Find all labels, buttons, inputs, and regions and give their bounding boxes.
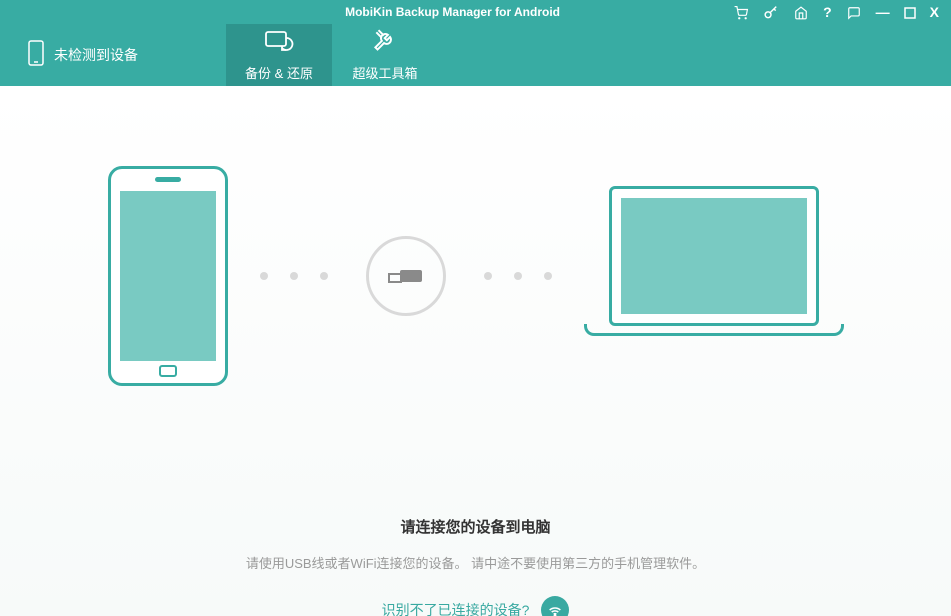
wifi-connect-button[interactable]	[541, 596, 569, 616]
laptop-illustration	[584, 186, 844, 366]
content-area: 请连接您的设备到电脑 请使用USB线或者WiFi连接您的设备。 请中途不要使用第…	[0, 86, 951, 616]
message-area: 请连接您的设备到电脑 请使用USB线或者WiFi连接您的设备。 请中途不要使用第…	[0, 516, 951, 616]
phone-illustration	[108, 166, 228, 386]
device-status: 未检测到设备	[0, 24, 166, 86]
titlebar: MobiKin Backup Manager for Android ? — X	[0, 0, 951, 24]
tab-backup-restore[interactable]: 备份 & 还原	[226, 24, 332, 86]
toolkit-icon	[372, 28, 398, 59]
maximize-button[interactable]	[904, 4, 916, 20]
home-icon[interactable]	[793, 4, 809, 20]
usb-icon	[366, 236, 446, 316]
backup-restore-icon	[264, 28, 294, 59]
titlebar-controls: ? — X	[733, 4, 939, 20]
tab-super-toolkit-label: 超级工具箱	[352, 63, 417, 82]
app-title: MobiKin Backup Manager for Android	[172, 5, 733, 19]
app-window: MobiKin Backup Manager for Android ? — X	[0, 0, 951, 616]
tab-backup-restore-label: 备份 & 还原	[245, 63, 313, 82]
device-status-label: 未检测到设备	[54, 45, 138, 65]
message-title: 请连接您的设备到电脑	[0, 516, 951, 537]
phone-icon	[28, 40, 44, 71]
cannot-detect-link[interactable]: 识别不了已连接的设备?	[382, 600, 530, 616]
cart-icon[interactable]	[733, 4, 749, 20]
help-icon[interactable]: ?	[823, 4, 832, 20]
key-icon[interactable]	[763, 4, 779, 20]
close-button[interactable]: X	[930, 4, 939, 20]
connect-illustration	[0, 126, 951, 426]
feedback-icon[interactable]	[846, 4, 862, 20]
minimize-button[interactable]: —	[876, 4, 890, 20]
tab-super-toolkit[interactable]: 超级工具箱	[332, 24, 438, 86]
toolbar: 未检测到设备 备份 & 还原 超级工具箱	[0, 24, 951, 86]
message-subtitle: 请使用USB线或者WiFi连接您的设备。 请中途不要使用第三方的手机管理软件。	[0, 553, 951, 572]
